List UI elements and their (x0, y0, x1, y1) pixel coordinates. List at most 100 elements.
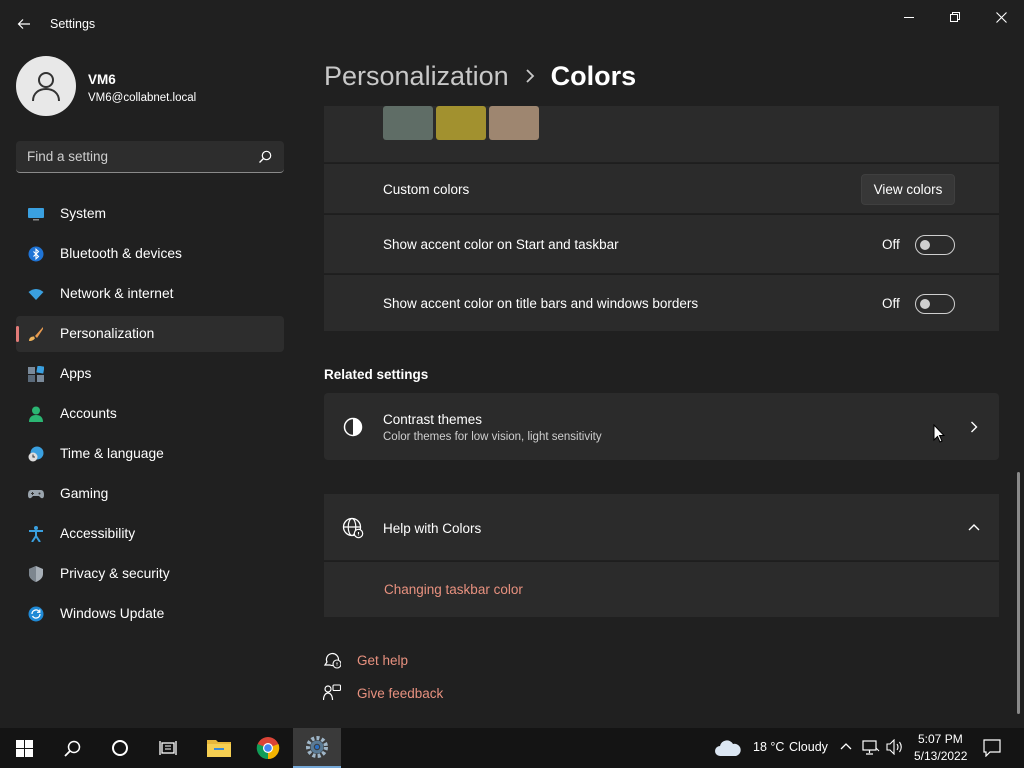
cloudy-weather-icon[interactable] (714, 738, 742, 757)
person-icon (32, 72, 60, 102)
search-icon (259, 150, 272, 163)
sidebar-item-label: Bluetooth & devices (60, 246, 182, 261)
accessibility-icon (29, 526, 43, 542)
breadcrumb: Personalization Colors (324, 58, 636, 94)
sidebar-item-label: Accessibility (60, 526, 136, 541)
sidebar-item-label: Privacy & security (60, 566, 170, 581)
taskbar: 18 °C Cloudy 5:07 PM 5/13/2022 (0, 728, 1024, 768)
start-button[interactable] (0, 728, 48, 768)
sidebar-item-apps[interactable]: Apps (16, 356, 284, 392)
help-colors-title: Help with Colors (383, 521, 482, 536)
taskbar-search-button[interactable] (48, 728, 96, 768)
task-view-button[interactable] (144, 728, 192, 768)
windows-logo-icon (15, 739, 33, 757)
sidebar-item-personalization[interactable]: Personalization (16, 316, 284, 352)
page-title: Colors (550, 60, 637, 91)
weather-condition[interactable]: Cloudy (789, 740, 828, 754)
sidebar-item-privacy[interactable]: Privacy & security (16, 556, 284, 592)
recent-color-swatch[interactable] (489, 106, 539, 140)
chevron-right-icon (525, 69, 535, 83)
view-colors-button[interactable]: View colors (861, 174, 955, 205)
sidebar-item-system[interactable]: System (16, 196, 284, 232)
app-title: Settings (50, 17, 96, 31)
person-icon (29, 406, 43, 422)
chrome-icon (256, 737, 280, 760)
gear-icon (306, 736, 328, 758)
contrast-themes-subtitle: Color themes for low vision, light sensi… (383, 431, 602, 443)
search-box[interactable]: Find a setting (16, 141, 284, 173)
search-input[interactable]: Find a setting (27, 149, 108, 164)
sidebar-item-label: Windows Update (60, 606, 165, 621)
chrome-button[interactable] (244, 728, 292, 768)
back-arrow-icon (17, 19, 30, 29)
get-help-icon (323, 652, 341, 669)
brush-icon (29, 327, 43, 341)
sidebar-item-network[interactable]: Network & internet (16, 276, 284, 312)
close-icon (995, 11, 1007, 23)
accent-titlebar-toggle[interactable] (915, 294, 955, 314)
chevron-up-icon[interactable] (840, 742, 852, 750)
sidebar-item-gaming[interactable]: Gaming (16, 476, 284, 512)
sidebar-item-accessibility[interactable]: Accessibility (16, 516, 284, 552)
sidebar-item-windows-update[interactable]: Windows Update (16, 596, 284, 632)
cortana-button[interactable] (96, 728, 144, 768)
sidebar-nav: System Bluetooth & devices Network & int… (16, 196, 284, 636)
accent-titlebar-label: Show accent color on title bars and wind… (383, 296, 699, 311)
cortana-circle-icon (112, 740, 128, 756)
accent-start-toggle[interactable] (915, 235, 955, 255)
folder-icon (207, 740, 231, 757)
monitor-icon (28, 208, 44, 221)
notification-icon[interactable] (983, 739, 1001, 757)
settings-taskbar-button[interactable] (293, 728, 341, 768)
clock-globe-icon (28, 446, 44, 462)
sidebar-item-bluetooth[interactable]: Bluetooth & devices (16, 236, 284, 272)
weather-temperature[interactable]: 18 °C (753, 740, 784, 754)
globe-help-icon (342, 517, 364, 539)
toggle-state-label: Off (882, 237, 900, 252)
sidebar-item-label: Network & internet (60, 286, 174, 301)
scrollbar[interactable] (1017, 472, 1020, 714)
user-name: VM6 (88, 72, 116, 87)
recent-color-swatch[interactable] (383, 106, 433, 140)
network-icon[interactable] (862, 740, 880, 756)
file-explorer-button[interactable] (195, 728, 243, 768)
title-bar: Settings (0, 0, 1024, 48)
sidebar-item-label: Personalization (60, 326, 155, 341)
close-button[interactable] (978, 0, 1024, 34)
sidebar-item-label: Gaming (60, 486, 109, 501)
contrast-icon (343, 417, 363, 437)
apps-icon (28, 366, 44, 382)
breadcrumb-parent[interactable]: Personalization (324, 61, 509, 92)
sidebar-item-accounts[interactable]: Accounts (16, 396, 284, 432)
minimize-button[interactable] (886, 0, 932, 34)
avatar (16, 56, 76, 116)
minimize-icon (904, 17, 914, 18)
accent-start-label: Show accent color on Start and taskbar (383, 237, 619, 252)
sidebar-item-label: System (60, 206, 106, 221)
gamepad-icon (28, 490, 44, 499)
update-icon (28, 606, 44, 622)
sidebar-item-label: Apps (60, 366, 92, 381)
mouse-cursor-icon (933, 424, 945, 443)
clock-time[interactable]: 5:07 PM (918, 732, 963, 746)
search-icon (63, 740, 80, 757)
recent-color-swatch[interactable] (436, 106, 486, 140)
toggle-knob (920, 240, 930, 250)
clock-date[interactable]: 5/13/2022 (914, 749, 967, 763)
volume-icon[interactable] (886, 739, 904, 755)
changing-taskbar-color-link[interactable]: Changing taskbar color (384, 582, 523, 597)
sidebar-item-label: Time & language (60, 446, 164, 461)
sidebar-item-time-language[interactable]: Time & language (16, 436, 284, 472)
back-button[interactable] (12, 12, 36, 36)
user-profile[interactable]: VM6 VM6@collabnet.local (16, 56, 286, 118)
chevron-up-icon[interactable] (968, 523, 980, 531)
get-help-link[interactable]: Get help (357, 653, 408, 668)
restore-button[interactable] (932, 0, 978, 34)
give-feedback-link[interactable]: Give feedback (357, 686, 443, 701)
contrast-themes-title: Contrast themes (383, 412, 483, 427)
related-settings-heading: Related settings (324, 367, 429, 382)
toggle-knob (920, 299, 930, 309)
restore-icon (950, 12, 960, 22)
feedback-icon (323, 684, 341, 701)
custom-colors-label: Custom colors (383, 182, 470, 197)
